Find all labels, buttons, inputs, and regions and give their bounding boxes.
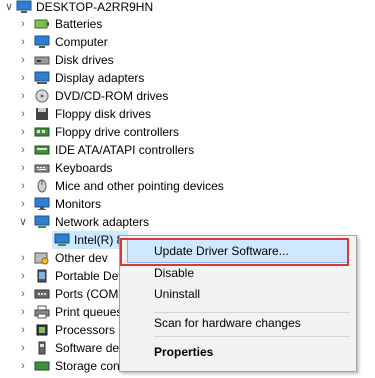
tree-item-label: Portable Dev <box>55 269 120 283</box>
network-adapter-icon <box>34 215 50 229</box>
chevron-right-icon[interactable]: › <box>18 285 28 303</box>
display-adapter-icon <box>34 71 50 85</box>
tree-item-intel-adapter[interactable]: Intel(R) 8 <box>0 231 128 249</box>
keyboard-icon <box>34 161 50 175</box>
port-icon <box>34 287 50 301</box>
menu-separator <box>154 336 350 337</box>
tree-item-other-devices[interactable]: › Other dev <box>0 249 120 267</box>
menu-item-label: Properties <box>154 345 214 359</box>
chevron-down-icon[interactable]: ∨ <box>18 213 28 231</box>
tree-root-row[interactable]: ∨ DESKTOP-A2RR9HN <box>0 0 375 16</box>
tree-item-label: Computer <box>55 35 108 49</box>
annotation-highlight-box <box>120 238 349 266</box>
chevron-right-icon[interactable]: › <box>18 51 28 69</box>
chevron-right-icon[interactable]: › <box>18 321 28 339</box>
floppy-disk-icon <box>34 107 50 121</box>
chevron-right-icon[interactable]: › <box>18 15 28 33</box>
chevron-right-icon[interactable]: › <box>18 159 28 177</box>
chevron-right-icon[interactable]: › <box>18 195 28 213</box>
chevron-right-icon[interactable]: › <box>18 141 28 159</box>
tree-item-dvd-drives[interactable]: › DVD/CD-ROM drives <box>0 87 375 105</box>
tree-item-floppy-disk-drives[interactable]: › Floppy disk drives <box>0 105 375 123</box>
tree-item-label: Ports (COM <box>55 287 119 301</box>
tree-item-software-devices[interactable]: › Software dev <box>0 339 120 357</box>
tree-item-label: DVD/CD-ROM drives <box>55 89 169 103</box>
tree-item-computer[interactable]: › Computer <box>0 33 375 51</box>
monitor-icon <box>34 197 50 211</box>
software-device-icon <box>34 341 50 355</box>
processor-icon <box>34 323 50 337</box>
tree-item-display-adapters[interactable]: › Display adapters <box>0 69 375 87</box>
chevron-right-icon[interactable]: › <box>18 249 28 267</box>
tree-item-print-queues[interactable]: › Print queues <box>0 303 120 321</box>
disk-drive-icon <box>34 53 50 67</box>
tree-item-label: Print queues <box>55 305 120 319</box>
dvd-drive-icon <box>34 89 50 103</box>
portable-device-icon <box>34 269 50 283</box>
chevron-right-icon[interactable]: › <box>18 33 28 51</box>
tree-item-label: IDE ATA/ATAPI controllers <box>55 143 195 157</box>
tree-item-label: Other dev <box>55 251 108 265</box>
tree-item-monitors[interactable]: › Monitors <box>0 195 375 213</box>
chevron-right-icon[interactable]: › <box>18 123 28 141</box>
tree-item-label: Floppy drive controllers <box>55 125 180 139</box>
printer-icon <box>34 305 50 319</box>
storage-controller-icon <box>34 359 50 373</box>
tree-item-label: Intel(R) 8 <box>74 233 124 247</box>
network-card-icon <box>54 233 70 247</box>
computer-icon <box>16 0 32 14</box>
menu-item-label: Scan for hardware changes <box>154 316 301 330</box>
tree-item-ide-controllers[interactable]: › IDE ATA/ATAPI controllers <box>0 141 375 159</box>
computer-icon <box>34 35 50 49</box>
chevron-right-icon[interactable]: › <box>18 105 28 123</box>
battery-icon <box>34 17 50 31</box>
tree-item-label: Network adapters <box>55 215 150 229</box>
tree-item-processors[interactable]: › Processors <box>0 321 120 339</box>
tree-item-label: Display adapters <box>55 71 145 85</box>
chevron-right-icon[interactable]: › <box>18 303 28 321</box>
menu-item-uninstall[interactable]: Uninstall <box>120 283 356 305</box>
tree-item-label: Disk drives <box>55 53 114 67</box>
floppy-controller-icon <box>34 125 50 139</box>
chevron-right-icon[interactable]: › <box>18 267 28 285</box>
ide-controller-icon <box>34 143 50 157</box>
chevron-right-icon[interactable]: › <box>18 69 28 87</box>
tree-item-label: Batteries <box>55 17 103 31</box>
chevron-right-icon[interactable]: › <box>18 339 28 357</box>
tree-item-batteries[interactable]: › Batteries <box>0 15 375 33</box>
tree-item-network-adapters[interactable]: ∨ Network adapters <box>0 213 375 231</box>
tree-item-portable-devices[interactable]: › Portable Dev <box>0 267 120 285</box>
tree-root-label: DESKTOP-A2RR9HN <box>36 0 154 14</box>
tree-item-label: Mice and other pointing devices <box>55 179 224 193</box>
other-devices-icon <box>34 251 50 265</box>
menu-item-label: Uninstall <box>154 287 201 301</box>
tree-item-ports[interactable]: › Ports (COM <box>0 285 120 303</box>
chevron-right-icon[interactable]: › <box>18 87 28 105</box>
mouse-icon <box>34 179 50 193</box>
tree-item-label: Keyboards <box>55 161 113 175</box>
tree-item-mice[interactable]: › Mice and other pointing devices <box>0 177 375 195</box>
tree-item-floppy-controllers[interactable]: › Floppy drive controllers <box>0 123 375 141</box>
chevron-down-icon[interactable]: ∨ <box>4 0 14 16</box>
tree-item-label: Software dev <box>55 341 120 355</box>
menu-item-properties[interactable]: Properties <box>120 341 356 363</box>
tree-item-label: Processors <box>55 323 116 337</box>
menu-item-scan-hardware[interactable]: Scan for hardware changes <box>120 312 356 334</box>
tree-item-label: Monitors <box>55 197 102 211</box>
tree-item-label: Floppy disk drives <box>55 107 152 121</box>
tree-item-keyboards[interactable]: › Keyboards <box>0 159 375 177</box>
chevron-right-icon[interactable]: › <box>18 177 28 195</box>
chevron-right-icon[interactable]: › <box>18 357 28 375</box>
tree-item-disk-drives[interactable]: › Disk drives <box>0 51 375 69</box>
